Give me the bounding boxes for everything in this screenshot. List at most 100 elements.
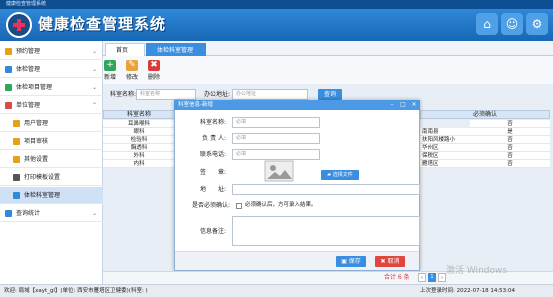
prev-page-button[interactable]: ‹	[418, 273, 426, 282]
sidebar-item-exam[interactable]: 体检管理 ⌄	[0, 61, 103, 78]
add-label: 新增	[103, 74, 116, 81]
table-cell-required[interactable]: 否	[470, 152, 550, 160]
dept-name-label: 科室名称:	[110, 91, 137, 98]
phone-field-label: 联系电话:	[199, 151, 226, 158]
delete-button[interactable]: ✖ 删除	[146, 60, 162, 81]
sidebar-item-review[interactable]: 项目审核	[0, 133, 103, 150]
save-button[interactable]: ▣ 保存	[336, 256, 366, 267]
save-icon: ▣	[341, 258, 349, 265]
sidebar-item-exam-items[interactable]: 体检项目管理 ⌄	[0, 79, 103, 96]
table-cell-required[interactable]: 否	[470, 160, 550, 168]
medical-cross-icon	[13, 19, 25, 31]
choose-file-button[interactable]: ▰ 选择文件	[321, 170, 359, 180]
user-icon[interactable]: ☺	[501, 13, 523, 35]
office-address-label: 办公地址:	[204, 91, 231, 98]
add-button[interactable]: + 新增	[102, 60, 118, 81]
seal-field-label: 签 章:	[199, 169, 226, 176]
sidebar-item-booking[interactable]: 预约管理 ⌄	[0, 43, 103, 60]
chevron-up-icon: ⌃	[91, 102, 97, 109]
sidebar-item-label: 预约管理	[16, 48, 41, 55]
sidebar-item-label: 用户管理	[24, 120, 49, 127]
sidebar-item-department[interactable]: 体检科室管理	[0, 187, 103, 204]
address-field[interactable]	[232, 184, 420, 195]
sidebar-item-stats[interactable]: 查询统计 ⌄	[0, 205, 103, 222]
query-button[interactable]: 查询	[318, 89, 342, 100]
edit-label: 修改	[125, 74, 138, 81]
window-title: 健康检查管理系统	[6, 1, 47, 7]
total-count: 合计 6 条	[384, 274, 410, 281]
table-cell-required[interactable]: 否	[470, 144, 550, 152]
table-cell-address[interactable]: 雁塔区	[420, 160, 470, 168]
chevron-down-icon: ⌄	[91, 66, 97, 73]
sidebar-item-label: 体检科室管理	[24, 192, 61, 199]
head-field-label: 负 责 人:	[202, 135, 226, 142]
status-left: 欢迎: 局域【xayt_gl】(单位: 西安市雁塔区卫健委)(科室: )	[4, 288, 148, 294]
column-header-name[interactable]: 科室名称	[103, 110, 175, 119]
cancel-label: 取消	[387, 258, 400, 265]
dept-name-search-input[interactable]: 科室名称	[136, 89, 196, 100]
sidebar: 预约管理 ⌄ 体检管理 ⌄ 体检项目管理 ⌄ 单位管理 ⌃ 用户管理 项目审核	[0, 41, 103, 284]
tab-home[interactable]: 首页	[105, 43, 145, 56]
plus-icon: +	[104, 60, 116, 71]
table-cell-address[interactable]: 华州区	[420, 144, 470, 152]
table-cell-name[interactable]: 检验科	[103, 136, 175, 144]
image-placeholder-icon	[264, 160, 294, 182]
table-cell-required[interactable]: 否	[470, 120, 550, 128]
sidebar-item-label: 单位管理	[16, 102, 41, 109]
table-cell-name[interactable]: 外科	[103, 152, 175, 160]
check-icon	[13, 138, 20, 145]
table-cell-address[interactable]: 保税区	[420, 152, 470, 160]
sidebar-item-other-settings[interactable]: 其他设置	[0, 151, 103, 168]
gear-icon	[13, 156, 20, 163]
table-cell-name[interactable]: 胸透科	[103, 144, 175, 152]
toolbar	[103, 56, 553, 84]
sidebar-item-label: 打印模板设置	[24, 174, 61, 181]
cancel-button[interactable]: ✖ 取消	[375, 256, 405, 267]
edit-button[interactable]: ✎ 修改	[124, 60, 140, 81]
chevron-down-icon: ⌄	[91, 210, 97, 217]
sidebar-item-print-template[interactable]: 打印模板设置	[0, 169, 103, 186]
department-icon	[13, 192, 20, 199]
office-address-search-input[interactable]: 办公地址	[232, 89, 308, 100]
minimize-icon[interactable]: –	[388, 101, 396, 109]
table-cell-name[interactable]: 眼科	[103, 128, 175, 136]
table-cell-required[interactable]: 是	[470, 128, 550, 136]
sidebar-item-label: 体检管理	[16, 66, 41, 73]
table-cell-address[interactable]: 扶阳风楼路小	[420, 136, 470, 144]
delete-label: 删除	[147, 74, 160, 81]
home-icon[interactable]: ⌂	[476, 13, 498, 35]
chevron-down-icon: ⌄	[91, 48, 97, 55]
table-cell-name[interactable]: 内科	[103, 160, 175, 168]
window-title-bar: 健康检查管理系统	[0, 0, 553, 9]
search-icon	[5, 210, 12, 217]
close-icon[interactable]: ✕	[410, 101, 418, 109]
table-cell-required[interactable]: 否	[470, 136, 550, 144]
maximize-icon[interactable]: □	[399, 101, 407, 109]
remark-textarea[interactable]	[232, 216, 420, 246]
column-header-required[interactable]: 必须确认	[420, 110, 550, 119]
chevron-down-icon: ⌄	[91, 84, 97, 91]
remark-field-label: 信息备注:	[199, 228, 226, 235]
confirm-checkbox[interactable]	[236, 203, 242, 209]
sidebar-item-users[interactable]: 用户管理	[0, 115, 103, 132]
page-number[interactable]: 1	[428, 273, 436, 282]
save-label: 保存	[348, 258, 361, 265]
head-field[interactable]: 必填	[232, 133, 320, 144]
sidebar-item-unit[interactable]: 单位管理 ⌃	[0, 97, 103, 114]
tab-department[interactable]: 体检科室管理 ×	[146, 43, 206, 67]
clipboard-icon	[5, 66, 12, 73]
confirm-field-label: 是否必须确认:	[191, 202, 230, 209]
confirm-text: 必须确认后，方可录入结果。	[245, 202, 317, 208]
printer-icon	[13, 174, 20, 181]
next-page-button[interactable]: ›	[438, 273, 446, 282]
sidebar-item-label: 项目审核	[24, 138, 49, 145]
phone-field[interactable]: 必填	[232, 149, 320, 160]
sidebar-item-label: 其他设置	[24, 156, 49, 163]
list-icon	[5, 84, 12, 91]
dept-name-field[interactable]: 必填	[232, 117, 320, 128]
settings-icon[interactable]: ⚙	[526, 13, 548, 35]
delete-icon: ✖	[148, 60, 160, 71]
table-cell-address[interactable]: 南南县	[420, 128, 470, 136]
table-cell-name[interactable]: 耳鼻喉科	[103, 120, 175, 128]
sidebar-item-label: 体检项目管理	[16, 84, 53, 91]
